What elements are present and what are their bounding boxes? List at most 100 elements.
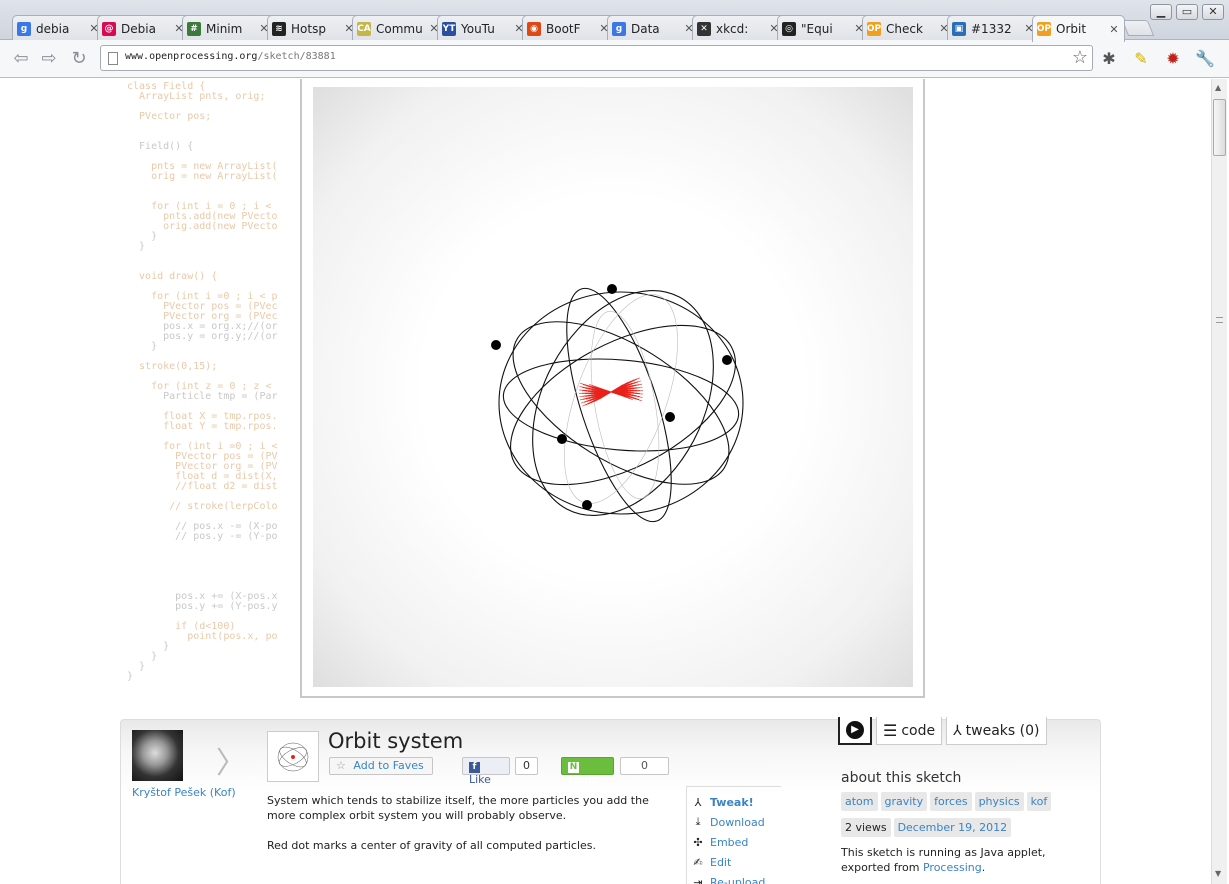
reload-button[interactable]: ↻ [68,48,90,70]
code-line: stroke(0,15); [127,361,218,372]
add-to-faves-button[interactable]: ☆ Add to Faves [329,757,433,775]
action-download[interactable]: ⤓ Download [691,812,781,832]
vertical-scrollbar[interactable]: ▲ ▼ [1211,79,1227,884]
tab-tweaks-label: tweaks (0) [965,722,1040,739]
tab-title: xkcd: [716,21,749,36]
scroll-down-arrow-icon[interactable]: ▼ [1215,869,1221,878]
action-label: Edit [710,855,732,869]
sketch-actions: ⅄ Tweak! ⤓ Download ✣ Embed ✍ Edit ⇥ Re-upload [686,786,781,884]
tab-9[interactable]: ◎ "Equi ✕ [777,15,870,41]
tag-physics[interactable]: physics [974,792,1024,811]
sketch-date-link[interactable]: December 19, 2012 [893,818,1012,837]
page-content: class Field { ArrayList pnts, orig; PVec… [0,79,1211,884]
action-tweak[interactable]: ⅄ Tweak! [691,792,781,812]
particle-dot [557,434,567,444]
sketch-description: System which tends to stabilize itself, … [267,793,677,853]
facebook-like-button[interactable]: f Like [462,757,510,786]
run-info-suffix: . [981,861,986,874]
minim-icon: # [187,21,201,36]
url-host: www.openprocessing.org [125,51,258,62]
tab-10[interactable]: OP Check ✕ [862,15,955,41]
sketch-canvas[interactable] [313,87,913,687]
author-link[interactable]: Kryštof Pešek (Kof) [132,786,236,799]
action-embed[interactable]: ✣ Embed [691,832,781,852]
wrench-menu-icon[interactable]: 🔧 [1194,48,1216,70]
tab-strip: g debia ✕ @ Debia ✕ # Minim ✕ ≋ Hotsp ✕ CA Commu ✕ YT Yo… [0,0,1229,42]
sketch-meta: 2 views December 19, 2012 [841,818,1014,837]
openprocessing-icon: OP [866,21,882,36]
forward-button[interactable]: ⇨ [38,48,60,70]
particle-dot [491,340,501,350]
tab-title: Commu [376,21,423,36]
page-icon [108,52,118,65]
tab-7[interactable]: g Data ✕ [607,15,700,41]
tab-2[interactable]: # Minim ✕ [182,15,275,41]
browser-window: g debia ✕ @ Debia ✕ # Minim ✕ ≋ Hotsp ✕ CA Commu ✕ YT Yo… [0,0,1229,884]
code-line: } [127,671,134,682]
code-line: ArrayList pnts, orig; [127,91,266,102]
code-line: float Y = tmp.rpos. [127,421,278,432]
tab-0[interactable]: g debia ✕ [12,15,105,41]
author-avatar[interactable] [132,730,183,781]
url-text[interactable]: www.openprocessing.org/sketch/83881 [125,51,336,62]
view-tabs: ▶ ☰ code ⅄ tweaks (0) [838,717,1051,745]
tab-4[interactable]: CA Commu ✕ [352,15,445,41]
description-paragraph: Red dot marks a center of gravity of all… [267,839,597,852]
tab-6[interactable]: ◉ BootF ✕ [522,15,615,41]
highlighter-extension-icon[interactable]: ✎ [1130,48,1152,70]
tab-title: "Equi [801,21,833,36]
bookmark-star-icon[interactable]: ☆ [1072,47,1088,68]
code-line: Particle tmp = (Par [127,391,278,402]
code-lines-icon: ☰ [883,721,898,740]
flattr-count: 0 [620,757,669,775]
bug-extension-icon[interactable]: ✱ [1098,48,1120,70]
flattr-button[interactable]: N Flattr [561,757,614,786]
tab-8[interactable]: ✕ xkcd: ✕ [692,15,785,41]
tab-title: Orbit [1056,22,1087,36]
tweak-icon: ⅄ [953,722,962,739]
action-edit[interactable]: ✍ Edit [691,852,781,872]
scroll-thumb[interactable] [1213,99,1226,156]
scroll-up-arrow-icon[interactable]: ▲ [1215,83,1221,92]
about-heading: about this sketch [841,770,962,786]
tab-1[interactable]: @ Debia ✕ [97,15,190,41]
tab-5[interactable]: YT YouTu ✕ [437,15,530,41]
minimize-button[interactable]: ▁ [1150,4,1172,20]
github-icon: ◎ [782,21,796,36]
processing-link[interactable]: Processing [923,861,982,874]
code-line: } [127,231,158,242]
maximize-button[interactable]: ▭ [1176,4,1198,20]
particle-dot [582,500,592,510]
tab-play[interactable]: ▶ [838,717,872,745]
tab-title: Check [886,21,923,36]
ca-icon: CA [357,21,371,36]
back-button[interactable]: ⇦ [10,48,32,70]
sketch-title: Orbit system [328,729,464,753]
action-reupload[interactable]: ⇥ Re-upload [691,872,781,884]
facebook-icon: f [469,762,480,773]
sketch-thumbnail[interactable] [267,731,319,782]
tab-title: Hotsp [291,21,326,36]
tag-atom[interactable]: atom [841,792,878,811]
adblock-extension-icon[interactable]: ✹ [1162,48,1184,70]
tag-forces[interactable]: forces [930,792,972,811]
tag-gravity[interactable]: gravity [880,792,928,811]
tab-12[interactable]: OP Orbit ✕ [1032,15,1125,42]
code-line: orig = new ArrayList( [127,171,278,182]
ubuntu-icon: ◉ [527,21,541,36]
tab-code[interactable]: ☰ code [876,717,943,745]
tab-title: debia [36,21,70,36]
center-of-gravity-marker [579,377,643,407]
close-window-button[interactable]: ✕ [1202,4,1224,20]
tab-3[interactable]: ≋ Hotsp ✕ [267,15,360,41]
debian-icon: @ [102,21,116,36]
tab-11[interactable]: ▣ #1332 ✕ [947,15,1040,41]
add-to-faves-label: Add to Faves [353,759,424,772]
tab-tweaks[interactable]: ⅄ tweaks (0) [946,717,1047,745]
address-bar[interactable]: www.openprocessing.org/sketch/83881 ☆ [100,45,1093,71]
tab-close-icon[interactable]: ✕ [1108,23,1120,36]
tag-kof[interactable]: kof [1026,792,1052,811]
